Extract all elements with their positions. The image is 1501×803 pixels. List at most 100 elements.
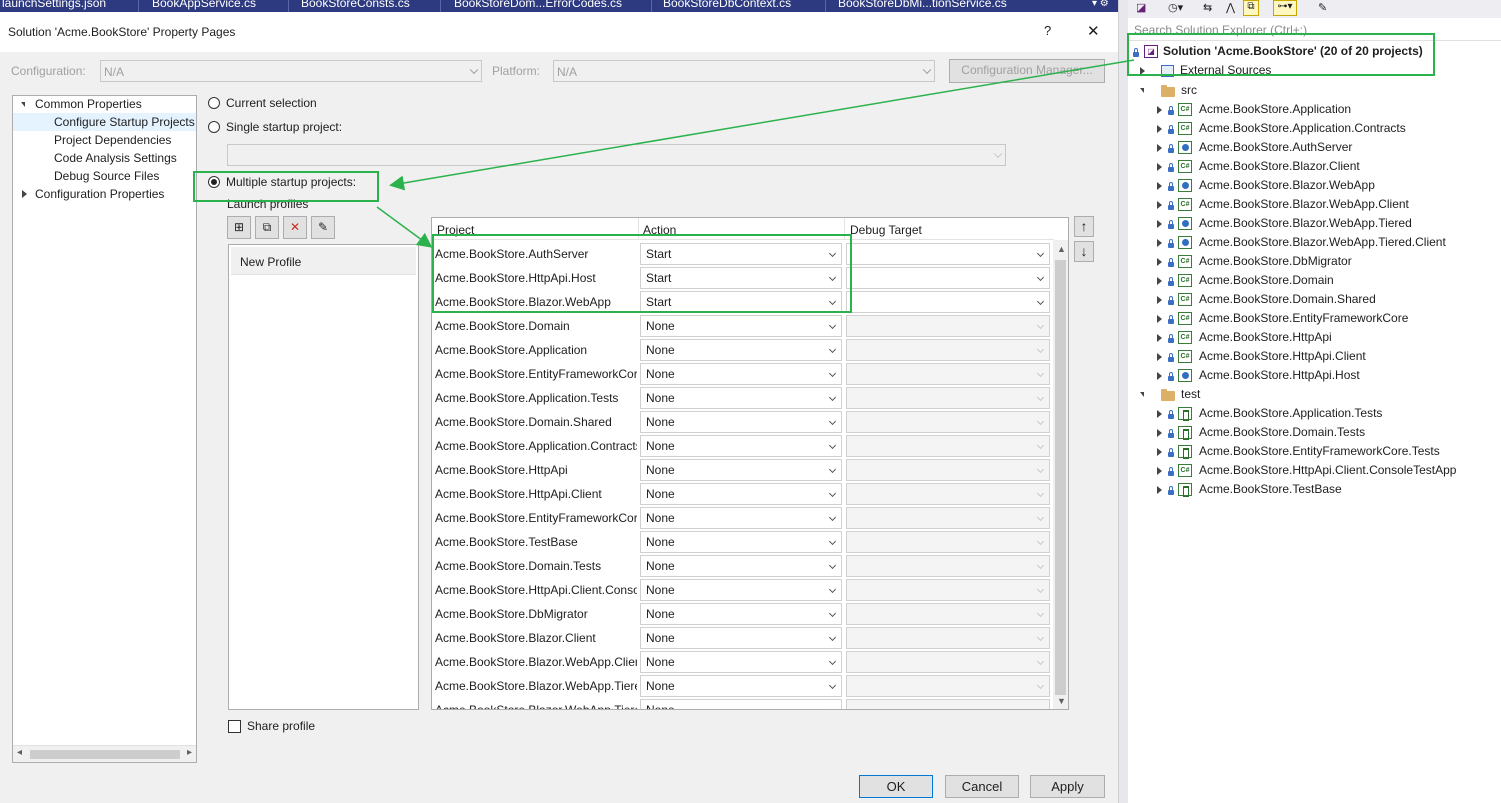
expand-arrow-icon[interactable] [1157,315,1162,323]
expand-arrow-icon[interactable] [1157,334,1162,342]
project-node[interactable]: Acme.BookStore.Blazor.WebApp.Tiered.Clie… [1128,233,1501,252]
action-dropdown[interactable]: None [640,459,842,481]
configuration-manager-button[interactable]: Configuration Manager... [949,59,1105,83]
cancel-button[interactable]: Cancel [945,775,1019,798]
project-node[interactable]: C# Acme.BookStore.HttpApi.Client [1128,347,1501,366]
action-dropdown[interactable]: None [640,651,842,673]
tree-item-configure-startup-projects[interactable]: Configure Startup Projects [13,113,196,131]
platform-dropdown[interactable]: N/A [553,60,935,82]
debug-target-dropdown[interactable] [846,387,1050,409]
expand-arrow-icon[interactable] [1157,182,1162,190]
action-dropdown[interactable]: None [640,627,842,649]
delete-profile-icon[interactable]: ✕ [283,216,307,239]
tree-item-code-analysis-settings[interactable]: Code Analysis Settings [13,149,196,167]
debug-target-dropdown[interactable] [846,459,1050,481]
expand-arrow-icon[interactable] [1157,239,1162,247]
action-dropdown[interactable]: None [640,387,842,409]
doc-tab[interactable]: launchSettings.json [2,0,106,12]
project-node[interactable]: C# Acme.BookStore.HttpApi [1128,328,1501,347]
action-dropdown[interactable]: None [640,483,842,505]
tree-item-project-dependencies[interactable]: Project Dependencies [13,131,196,149]
project-node[interactable]: Acme.BookStore.Blazor.WebApp [1128,176,1501,195]
action-dropdown[interactable]: None [640,411,842,433]
debug-target-dropdown[interactable] [846,627,1050,649]
action-dropdown[interactable]: None [640,363,842,385]
apply-button[interactable]: Apply [1030,775,1105,798]
debug-target-dropdown[interactable] [846,483,1050,505]
project-node[interactable]: C# Acme.BookStore.HttpApi.Client.ConsoleT… [1128,461,1501,480]
debug-target-dropdown[interactable] [846,267,1050,289]
src-folder-node[interactable]: src [1128,81,1501,100]
debug-target-dropdown[interactable] [846,603,1050,625]
expand-arrow-icon[interactable] [21,102,25,107]
project-node[interactable]: Acme.BookStore.Blazor.WebApp.Tiered [1128,214,1501,233]
single-startup-radio[interactable] [208,121,220,133]
expand-arrow-icon[interactable] [1157,201,1162,209]
expand-arrow-icon[interactable] [1157,467,1162,475]
project-node[interactable]: C# Acme.BookStore.Application.Contracts [1128,119,1501,138]
expand-arrow-icon[interactable] [1157,277,1162,285]
show-all-files-icon[interactable]: ⧉ [1243,0,1259,16]
configuration-dropdown[interactable]: N/A [100,60,482,82]
doc-tab[interactable]: BookStoreConsts.cs [301,0,410,12]
expand-arrow-icon[interactable] [1157,144,1162,152]
action-dropdown[interactable]: None [640,555,842,577]
close-button[interactable]: ✕ [1087,22,1100,40]
debug-target-dropdown[interactable] [846,579,1050,601]
current-selection-radio[interactable] [208,97,220,109]
scroll-down-icon[interactable]: ▼ [1057,696,1066,706]
expand-arrow-icon[interactable] [1157,448,1162,456]
tree-horizontal-scrollbar[interactable]: ◂ ▸ [13,745,196,762]
project-node[interactable]: C# Acme.BookStore.Application [1128,100,1501,119]
debug-target-dropdown[interactable] [846,531,1050,553]
debug-target-dropdown[interactable] [846,435,1050,457]
expand-arrow-icon[interactable] [1157,429,1162,437]
debug-target-dropdown[interactable] [846,675,1050,697]
tree-item-common-properties[interactable]: Common Properties [13,95,196,113]
action-dropdown[interactable]: None [640,507,842,529]
expand-arrow-icon[interactable] [1157,372,1162,380]
collapse-arrow-icon[interactable] [1140,88,1144,93]
tree-item-debug-source-files[interactable]: Debug Source Files [13,167,196,185]
project-node[interactable]: C# Acme.BookStore.Blazor.WebApp.Client [1128,195,1501,214]
action-dropdown[interactable]: None [640,699,842,709]
expand-arrow-icon[interactable] [1157,163,1162,171]
project-node[interactable]: Acme.BookStore.Application.Tests [1128,404,1501,423]
expand-arrow-icon[interactable] [1157,410,1162,418]
project-node[interactable]: Acme.BookStore.AuthServer [1128,138,1501,157]
expand-arrow-icon[interactable] [1157,353,1162,361]
wrench-icon[interactable]: ✎ [1318,1,1327,14]
action-dropdown[interactable]: None [640,675,842,697]
debug-target-dropdown[interactable] [846,411,1050,433]
history-icon[interactable]: ◷▾ [1168,1,1183,14]
debug-target-dropdown[interactable] [846,555,1050,577]
debug-target-dropdown[interactable] [846,651,1050,673]
debug-target-dropdown[interactable] [846,363,1050,385]
debug-target-dropdown[interactable] [846,315,1050,337]
expand-arrow-icon[interactable] [1157,258,1162,266]
action-dropdown[interactable]: None [640,339,842,361]
project-node[interactable]: Acme.BookStore.HttpApi.Host [1128,366,1501,385]
new-profile-icon[interactable]: ⊞ [227,216,251,239]
doc-tab[interactable]: BookAppService.cs [152,0,256,12]
sync-icon[interactable]: ⇆ [1203,1,1212,14]
tree-item-configuration-properties[interactable]: Configuration Properties [13,185,196,203]
doc-tab[interactable]: BookStoreDom...ErrorCodes.cs [454,0,644,12]
doc-tab[interactable]: BookStoreDbMi...tionService.cs [838,0,1018,12]
debug-target-dropdown[interactable] [846,507,1050,529]
test-folder-node[interactable]: test [1128,385,1501,404]
project-node[interactable]: C# Acme.BookStore.DbMigrator [1128,252,1501,271]
scroll-right-icon[interactable]: ▸ [187,747,192,758]
debug-target-dropdown[interactable] [846,243,1050,265]
grid-vertical-scrollbar[interactable]: ▲ ▼ [1053,240,1068,709]
copy-profile-icon[interactable]: ⧉ [255,216,279,239]
profile-item[interactable]: New Profile [231,247,416,275]
collapse-arrow-icon[interactable] [1140,392,1144,397]
expand-arrow-icon[interactable] [1157,220,1162,228]
project-node[interactable]: Acme.BookStore.TestBase [1128,480,1501,499]
rename-profile-icon[interactable]: ✎ [311,216,335,239]
debug-target-dropdown[interactable] [846,339,1050,361]
debug-target-dropdown[interactable] [846,699,1050,709]
ok-button[interactable]: OK [859,775,933,798]
expand-arrow-icon[interactable] [22,190,27,198]
